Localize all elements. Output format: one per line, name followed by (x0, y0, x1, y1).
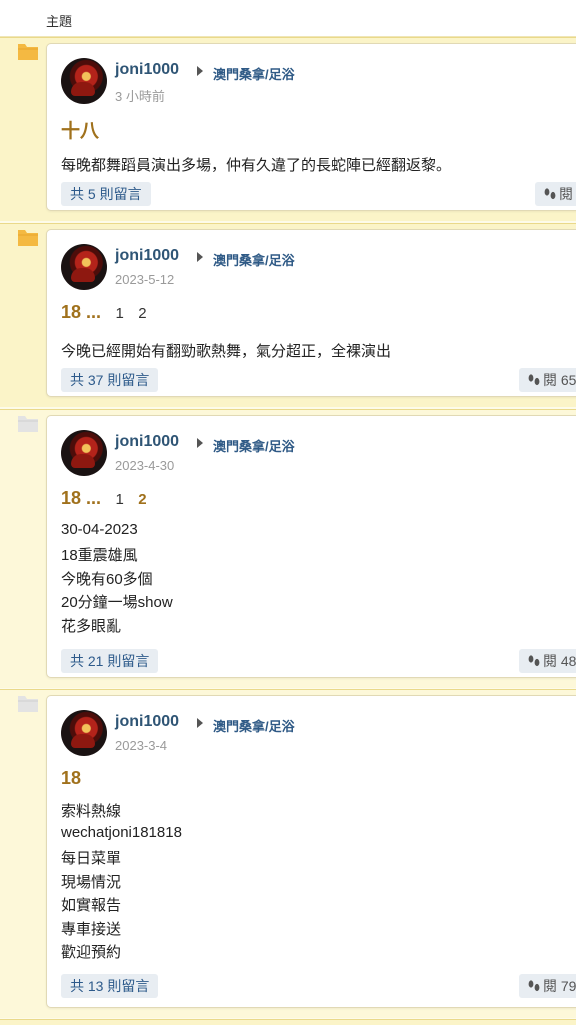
post-body-line: 如實報告 (61, 897, 122, 914)
page-link-2[interactable]: 2 (138, 305, 146, 322)
post-body-line: 花多眼亂 (61, 618, 122, 635)
username[interactable]: joni1000 (115, 61, 179, 79)
thread-card[interactable]: joni1000 澳門桑拿/足浴 3 小時前 十八 每晚都舞蹈員演出多場，仲有久… (46, 43, 576, 211)
thread-card[interactable]: joni1000 澳門桑拿/足浴 2023-5-12 18 ... 1 2 今晚… (46, 229, 576, 397)
post-body-line: 20分鐘一場show (61, 594, 173, 611)
views-count-button[interactable]: 閱 (535, 182, 576, 206)
views-count-button[interactable]: 閱 65 (519, 368, 576, 392)
thread-title-pages: 18 ... 1 2 (61, 302, 147, 324)
post-body-line: 現場情況 (61, 874, 122, 891)
thread-title[interactable]: 18 ... (61, 302, 101, 322)
username[interactable]: joni1000 (115, 247, 179, 265)
footprints-icon (544, 188, 556, 200)
post-body-line: 30-04-2023 (61, 521, 138, 538)
forum-link[interactable]: 澳門桑拿/足浴 (213, 716, 295, 735)
username[interactable]: joni1000 (115, 433, 179, 451)
comments-count-button[interactable]: 共 5 則留言 (61, 182, 151, 206)
post-time: 2023-4-30 (115, 458, 175, 473)
arrow-right-icon (197, 438, 203, 448)
page-link-2[interactable]: 2 (138, 491, 146, 508)
thread-title[interactable]: 十八 (61, 116, 99, 143)
comments-count-button[interactable]: 共 21 則留言 (61, 649, 159, 673)
thread-row[interactable]: joni1000 澳門桑拿/足浴 2023-5-12 18 ... 1 2 今晚… (0, 223, 576, 407)
post-body-line: 歡迎預約 (61, 944, 122, 961)
views-count-button[interactable]: 閱 48 (519, 649, 576, 673)
post-body-line: wechatjoni181818 (61, 824, 182, 841)
post-body-line: 每日菜單 (61, 850, 122, 867)
topic-list-header: 主題 (0, 0, 576, 37)
footprints-icon (528, 980, 540, 992)
views-label: 閱 48 (543, 653, 576, 669)
views-label: 閱 65 (543, 372, 576, 388)
arrow-right-icon (197, 718, 203, 728)
forum-link[interactable]: 澳門桑拿/足浴 (213, 436, 295, 455)
avatar[interactable] (61, 430, 107, 476)
post-time: 2023-3-4 (115, 738, 168, 753)
thread-title[interactable]: 18 (61, 768, 81, 789)
post-body-line: 今晚已經開始有翻勁歌熱舞，氣分超正，全裸演出 (61, 343, 392, 360)
thread-title[interactable]: 18 ... (61, 488, 101, 508)
avatar[interactable] (61, 710, 107, 756)
post-body-line: 18重震雄風 (61, 547, 138, 564)
thread-row[interactable]: joni1000 澳門桑拿/足浴 2023-4-30 18 ... 1 2 30… (0, 409, 576, 688)
comments-count-button[interactable]: 共 37 則留言 (61, 368, 159, 392)
comments-count-button[interactable]: 共 13 則留言 (61, 974, 159, 998)
thread-row-partial (0, 1019, 576, 1025)
avatar[interactable] (61, 58, 107, 104)
arrow-right-icon (197, 252, 203, 262)
post-body-line: 每晚都舞蹈員演出多場，仲有久違了的長蛇陣已經翻返黎。 (61, 157, 452, 174)
forum-link[interactable]: 澳門桑拿/足浴 (213, 64, 295, 83)
footprints-icon (528, 655, 540, 667)
page-link-1[interactable]: 1 (115, 305, 123, 322)
post-body-line: 今晚有60多個 (61, 571, 153, 588)
forum-link[interactable]: 澳門桑拿/足浴 (213, 250, 295, 269)
views-label: 閱 (559, 186, 573, 202)
views-label: 閱 79 (543, 978, 576, 994)
folder-new-icon (18, 230, 38, 246)
thread-title-pages: 18 ... 1 2 (61, 488, 147, 510)
folder-read-icon (18, 416, 38, 432)
post-time: 3 小時前 (115, 89, 165, 104)
views-count-button[interactable]: 閱 79 (519, 974, 576, 998)
post-body-line: 索料熱線 (61, 803, 122, 820)
footprints-icon (528, 374, 540, 386)
avatar[interactable] (61, 244, 107, 290)
post-time: 2023-5-12 (115, 272, 175, 287)
thread-row[interactable]: joni1000 澳門桑拿/足浴 3 小時前 十八 每晚都舞蹈員演出多場，仲有久… (0, 37, 576, 221)
page-link-1[interactable]: 1 (115, 491, 123, 508)
folder-read-icon (18, 696, 38, 712)
thread-row[interactable]: joni1000 澳門桑拿/足浴 2023-3-4 18 索料熱線 wechat… (0, 689, 576, 1018)
arrow-right-icon (197, 66, 203, 76)
username[interactable]: joni1000 (115, 713, 179, 731)
header-label: 主題 (46, 14, 73, 29)
thread-card[interactable]: joni1000 澳門桑拿/足浴 2023-4-30 18 ... 1 2 30… (46, 415, 576, 678)
thread-card[interactable]: joni1000 澳門桑拿/足浴 2023-3-4 18 索料熱線 wechat… (46, 695, 576, 1008)
folder-new-icon (18, 44, 38, 60)
post-body-line: 專車接送 (61, 921, 122, 938)
